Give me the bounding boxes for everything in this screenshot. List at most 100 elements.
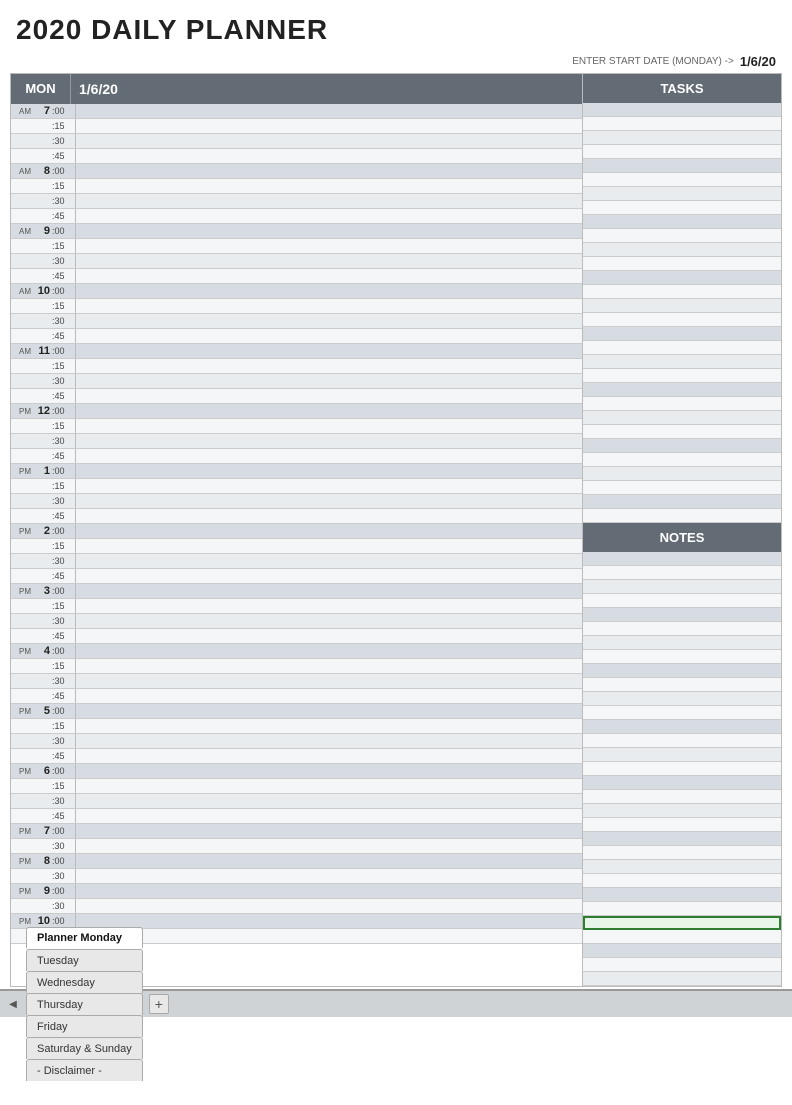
task-row[interactable] (583, 117, 781, 131)
time-row[interactable]: :45 (11, 449, 582, 464)
note-row[interactable] (583, 958, 781, 972)
time-row[interactable]: PM1:00 (11, 464, 582, 479)
time-row[interactable]: :45 (11, 149, 582, 164)
task-row[interactable] (583, 131, 781, 145)
event-area[interactable] (75, 749, 582, 763)
task-row[interactable] (583, 313, 781, 327)
note-row[interactable] (583, 706, 781, 720)
task-row[interactable] (583, 453, 781, 467)
note-row[interactable] (583, 902, 781, 916)
event-area[interactable] (75, 149, 582, 163)
tab-wednesday[interactable]: Wednesday (26, 971, 143, 993)
task-row[interactable] (583, 509, 781, 523)
time-row[interactable]: :15 (11, 719, 582, 734)
time-row[interactable]: :45 (11, 749, 582, 764)
time-row[interactable]: :30 (11, 194, 582, 209)
task-row[interactable] (583, 481, 781, 495)
event-area[interactable] (75, 659, 582, 673)
time-row[interactable]: :30 (11, 794, 582, 809)
event-area[interactable] (75, 299, 582, 313)
event-area[interactable] (75, 359, 582, 373)
event-area[interactable] (75, 119, 582, 133)
event-area[interactable] (75, 509, 582, 523)
note-row[interactable] (583, 888, 781, 902)
time-row[interactable]: :45 (11, 209, 582, 224)
time-row[interactable]: AM10:00 (11, 284, 582, 299)
event-area[interactable] (75, 314, 582, 328)
time-row[interactable]: :15 (11, 779, 582, 794)
task-row[interactable] (583, 271, 781, 285)
time-row[interactable]: :30 (11, 839, 582, 854)
event-area[interactable] (75, 464, 582, 478)
event-area[interactable] (75, 584, 582, 598)
time-row[interactable]: PM7:00 (11, 824, 582, 839)
event-area[interactable] (75, 854, 582, 868)
time-row[interactable]: :15 (11, 419, 582, 434)
event-area[interactable] (75, 104, 582, 118)
event-area[interactable] (75, 629, 582, 643)
note-row[interactable] (583, 930, 781, 944)
task-row[interactable] (583, 495, 781, 509)
event-area[interactable] (75, 899, 582, 913)
event-area[interactable] (75, 779, 582, 793)
event-area[interactable] (75, 209, 582, 223)
task-row[interactable] (583, 215, 781, 229)
event-area[interactable] (75, 164, 582, 178)
task-row[interactable] (583, 341, 781, 355)
note-row[interactable] (583, 916, 781, 930)
note-row[interactable] (583, 608, 781, 622)
task-row[interactable] (583, 327, 781, 341)
tab-scroll-left[interactable]: ◀ (4, 995, 22, 1013)
task-row[interactable] (583, 243, 781, 257)
note-row[interactable] (583, 790, 781, 804)
time-row[interactable]: :30 (11, 374, 582, 389)
event-area[interactable] (75, 824, 582, 838)
time-row[interactable]: PM9:00 (11, 884, 582, 899)
event-area[interactable] (75, 794, 582, 808)
time-row[interactable]: :30 (11, 494, 582, 509)
task-row[interactable] (583, 229, 781, 243)
note-row[interactable] (583, 580, 781, 594)
event-area[interactable] (75, 254, 582, 268)
event-area[interactable] (75, 374, 582, 388)
time-row[interactable]: :15 (11, 239, 582, 254)
time-row[interactable]: :15 (11, 599, 582, 614)
task-row[interactable] (583, 257, 781, 271)
tab-friday[interactable]: Friday (26, 1015, 143, 1037)
event-area[interactable] (75, 494, 582, 508)
tab-thursday[interactable]: Thursday (26, 993, 143, 1015)
task-row[interactable] (583, 159, 781, 173)
time-row[interactable]: :45 (11, 629, 582, 644)
event-area[interactable] (75, 239, 582, 253)
event-area[interactable] (75, 719, 582, 733)
note-row[interactable] (583, 566, 781, 580)
note-row[interactable] (583, 692, 781, 706)
time-row[interactable]: :45 (11, 809, 582, 824)
event-area[interactable] (75, 809, 582, 823)
event-area[interactable] (75, 689, 582, 703)
time-row[interactable]: PM6:00 (11, 764, 582, 779)
time-row[interactable]: :15 (11, 479, 582, 494)
task-row[interactable] (583, 173, 781, 187)
note-row[interactable] (583, 650, 781, 664)
time-row[interactable]: :30 (11, 674, 582, 689)
note-row[interactable] (583, 860, 781, 874)
event-area[interactable] (75, 839, 582, 853)
time-row[interactable]: PM5:00 (11, 704, 582, 719)
tab-planner-monday[interactable]: Planner Monday (26, 927, 143, 949)
time-row[interactable]: AM7:00 (11, 104, 582, 119)
event-area[interactable] (75, 644, 582, 658)
task-row[interactable] (583, 201, 781, 215)
time-row[interactable]: :30 (11, 899, 582, 914)
time-row[interactable]: PM2:00 (11, 524, 582, 539)
start-date-value[interactable]: 1/6/20 (740, 54, 776, 69)
time-row[interactable]: AM8:00 (11, 164, 582, 179)
event-area[interactable] (75, 674, 582, 688)
time-row[interactable]: :45 (11, 509, 582, 524)
event-area[interactable] (75, 734, 582, 748)
note-row[interactable] (583, 972, 781, 986)
task-row[interactable] (583, 411, 781, 425)
event-area[interactable] (75, 599, 582, 613)
event-area[interactable] (75, 929, 582, 943)
note-row[interactable] (583, 748, 781, 762)
